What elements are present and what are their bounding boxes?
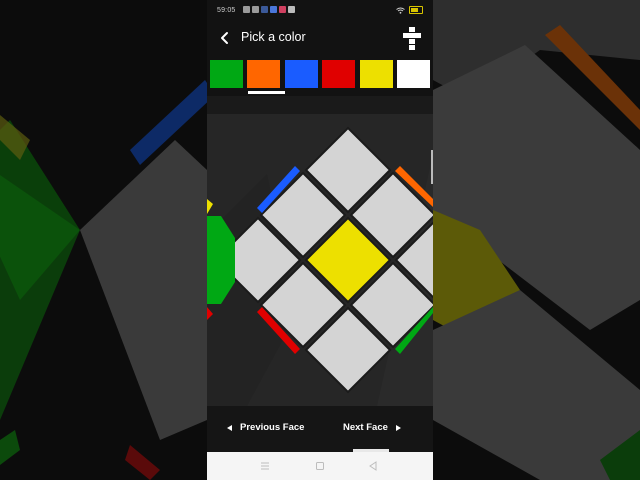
chevron-right-icon xyxy=(395,424,401,431)
previous-face-label: Previous Face xyxy=(240,422,305,433)
page-title: Pick a color xyxy=(241,30,306,44)
swatch-green[interactable] xyxy=(210,60,243,88)
color-palette xyxy=(207,54,433,96)
swatch-white[interactable] xyxy=(397,60,430,88)
swatch-blue[interactable] xyxy=(285,60,318,88)
app-bar: Pick a color xyxy=(207,22,433,54)
home-icon[interactable] xyxy=(314,460,326,472)
chevron-left-icon xyxy=(227,424,232,431)
swatch-red[interactable] xyxy=(322,60,355,88)
facebook-icon xyxy=(261,6,268,13)
face-navigation: Previous Face Next Face xyxy=(207,406,433,452)
battery-icon xyxy=(409,6,423,14)
signal-icon xyxy=(243,6,250,13)
previous-face-button[interactable]: Previous Face xyxy=(227,422,304,433)
gallery-icon xyxy=(288,6,295,13)
status-right-icons xyxy=(396,6,423,14)
cube-net-icon[interactable] xyxy=(399,25,425,51)
swatch-orange[interactable] xyxy=(247,60,280,88)
next-face-button[interactable]: Next Face xyxy=(343,422,401,433)
wifi-icon xyxy=(396,7,405,14)
bg-gray-shape xyxy=(80,140,207,440)
edge-strip-left-yellow xyxy=(207,199,213,214)
status-time: 59:05 xyxy=(217,7,236,14)
system-back-icon[interactable] xyxy=(367,460,379,472)
swatch-yellow[interactable] xyxy=(360,60,393,88)
app-notification-icon xyxy=(279,6,286,13)
messenger-icon xyxy=(270,6,277,13)
cube-face-canvas xyxy=(207,114,433,406)
phone-screen: 59:05 Pick a color Previous Face Next Fa… xyxy=(207,0,433,480)
canvas-header-spacer xyxy=(207,96,433,114)
selected-swatch-indicator xyxy=(248,91,285,94)
data-icon xyxy=(252,6,259,13)
cube-face-diagram xyxy=(207,126,433,406)
next-face-label: Next Face xyxy=(343,422,388,433)
scroll-indicator[interactable] xyxy=(431,150,433,184)
bg-red-strip xyxy=(125,445,160,480)
status-notification-icons xyxy=(243,6,295,13)
recent-apps-icon[interactable] xyxy=(259,460,271,472)
back-arrow-icon[interactable] xyxy=(213,26,237,50)
bg-green-strip xyxy=(0,430,20,465)
status-bar: 59:05 xyxy=(207,0,433,22)
system-navigation-bar xyxy=(207,452,433,480)
